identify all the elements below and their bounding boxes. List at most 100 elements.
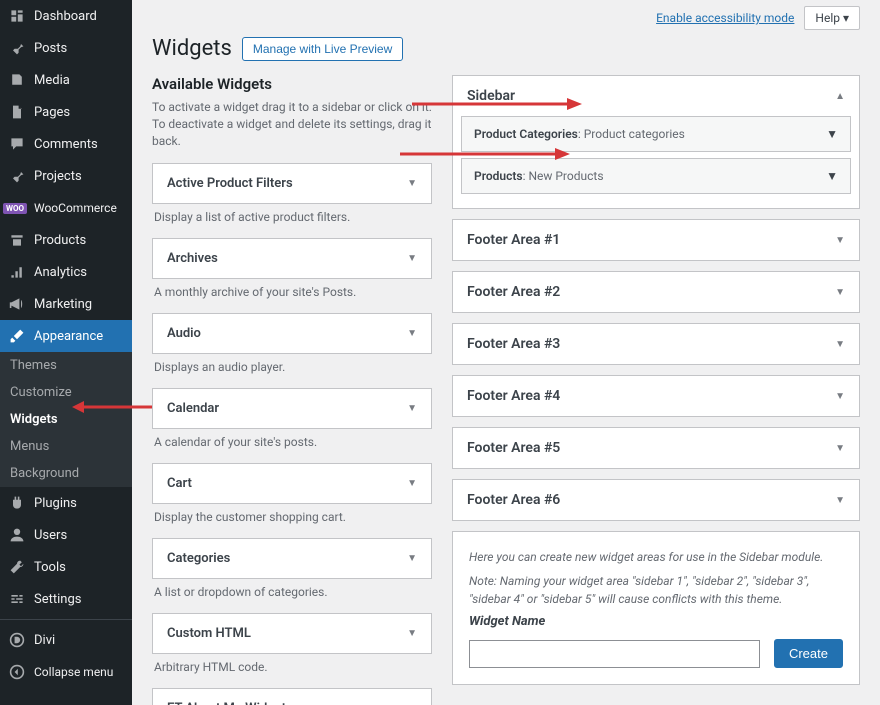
accessibility-link[interactable]: Enable accessibility mode [656, 11, 794, 25]
help-tab[interactable]: Help ▾ [804, 6, 860, 30]
menu-marketing[interactable]: Marketing [0, 288, 132, 320]
footer-area-header[interactable]: Footer Area #3▼ [453, 324, 859, 364]
create-button[interactable]: Create [774, 639, 843, 668]
widget-description: Displays an audio player. [152, 360, 432, 374]
widget-title: Product Categories [474, 127, 578, 141]
chevron-down-icon: ▼ [407, 328, 417, 339]
chevron-down-icon: ▼ [835, 235, 845, 246]
tools-icon [8, 558, 26, 576]
submenu-menus[interactable]: Menus [0, 433, 132, 460]
widget-label: ET About Me Widget [167, 701, 286, 705]
widget-label: Active Product Filters [167, 176, 293, 191]
collapse-icon [8, 663, 26, 681]
area-title: Footer Area #2 [467, 284, 560, 300]
available-widget[interactable]: ET About Me Widget▼ [152, 688, 432, 705]
submenu-themes[interactable]: Themes [0, 352, 132, 379]
megaphone-icon [8, 295, 26, 313]
menu-divi[interactable]: Divi [0, 624, 132, 656]
footer-area-header[interactable]: Footer Area #1 ▼ [453, 220, 859, 260]
widget-label: Categories [167, 551, 230, 566]
footer-area: Footer Area #6▼ [452, 479, 860, 521]
live-preview-button[interactable]: Manage with Live Preview [242, 37, 403, 61]
widget-description: Display the customer shopping cart. [152, 510, 432, 524]
widget-subtitle: : New Products [523, 169, 604, 183]
area-title: Footer Area #3 [467, 336, 560, 352]
divi-icon [8, 631, 26, 649]
footer-area-header[interactable]: Footer Area #6▼ [453, 480, 859, 520]
available-widget[interactable]: Audio▼ [152, 313, 432, 354]
sidebar-widget-item[interactable]: Products: New Products▼ [461, 158, 851, 194]
dashboard-icon [8, 7, 26, 25]
available-widget[interactable]: Cart▼ [152, 463, 432, 504]
menu-label: Settings [34, 592, 81, 607]
create-note-2: Note: Naming your widget area "sidebar 1… [469, 572, 843, 608]
brush-icon [8, 327, 26, 345]
chevron-down-icon: ▼ [407, 253, 417, 264]
chevron-down-icon: ▼ [407, 403, 417, 414]
sidebar-widget-item[interactable]: Product Categories: Product categories ▼ [461, 116, 851, 152]
menu-label: Collapse menu [34, 665, 113, 679]
widget-label: Calendar [167, 401, 219, 416]
chevron-down-icon: ▼ [835, 495, 845, 506]
menu-projects[interactable]: Projects [0, 160, 132, 192]
available-widget[interactable]: Categories▼ [152, 538, 432, 579]
widget-name-input[interactable] [469, 640, 760, 668]
available-widget[interactable]: Calendar ▼ [152, 388, 432, 429]
menu-users[interactable]: Users [0, 519, 132, 551]
submenu-customize[interactable]: Customize [0, 379, 132, 406]
submenu-widgets[interactable]: Widgets [0, 406, 132, 433]
chevron-down-icon: ▼ [826, 169, 838, 183]
menu-woocommerce[interactable]: WOO WooCommerce [0, 192, 132, 224]
sidebar-area-header[interactable]: Sidebar ▲ [453, 76, 859, 116]
footer-area-header[interactable]: Footer Area #4▼ [453, 376, 859, 416]
available-widget[interactable]: Active Product Filters ▼ [152, 163, 432, 204]
menu-label: Tools [34, 560, 66, 575]
footer-area: Footer Area #2▼ [452, 271, 860, 313]
area-title: Footer Area #5 [467, 440, 560, 456]
available-widget[interactable]: Archives▼ [152, 238, 432, 279]
chevron-down-icon: ▼ [407, 178, 417, 189]
widget-name-label: Widget Name [469, 614, 843, 629]
menu-label: Projects [34, 169, 82, 184]
chevron-down-icon: ▼ [826, 127, 838, 141]
menu-analytics[interactable]: Analytics [0, 256, 132, 288]
menu-products[interactable]: Products [0, 224, 132, 256]
menu-media[interactable]: Media [0, 64, 132, 96]
menu-collapse[interactable]: Collapse menu [0, 656, 132, 688]
plugins-icon [8, 494, 26, 512]
widget-description: A list or dropdown of categories. [152, 585, 432, 599]
available-intro: To activate a widget drag it to a sideba… [152, 99, 432, 149]
menu-comments[interactable]: Comments [0, 128, 132, 160]
projects-icon [8, 167, 26, 185]
menu-plugins[interactable]: Plugins [0, 487, 132, 519]
submenu-background[interactable]: Background [0, 460, 132, 487]
widget-description: Display a list of active product filters… [152, 210, 432, 224]
page-title: Widgets [152, 36, 232, 61]
chevron-up-icon: ▲ [835, 91, 845, 102]
menu-tools[interactable]: Tools [0, 551, 132, 583]
menu-label: Appearance [34, 329, 103, 344]
widget-description: Arbitrary HTML code. [152, 660, 432, 674]
menu-label: Dashboard [34, 9, 97, 24]
widget-description: A calendar of your site's posts. [152, 435, 432, 449]
menu-posts[interactable]: Posts [0, 32, 132, 64]
area-title: Footer Area #1 [467, 232, 560, 248]
available-title: Available Widgets [152, 75, 432, 93]
menu-label: Posts [34, 41, 67, 56]
menu-pages[interactable]: Pages [0, 96, 132, 128]
area-title: Sidebar [467, 88, 515, 104]
chevron-down-icon: ▼ [835, 443, 845, 454]
footer-area: Footer Area #1 ▼ [452, 219, 860, 261]
pages-icon [8, 103, 26, 121]
menu-dashboard[interactable]: Dashboard [0, 0, 132, 32]
menu-label: Pages [34, 105, 70, 120]
widget-subtitle: : Product categories [578, 127, 685, 141]
menu-appearance[interactable]: Appearance [0, 320, 132, 352]
available-widget[interactable]: Custom HTML▼ [152, 613, 432, 654]
footer-area-header[interactable]: Footer Area #2▼ [453, 272, 859, 312]
menu-settings[interactable]: Settings [0, 583, 132, 615]
menu-label: Divi [34, 633, 55, 648]
footer-area-header[interactable]: Footer Area #5 ▼ [453, 428, 859, 468]
available-widgets-column: Available Widgets To activate a widget d… [152, 75, 432, 705]
sidebar-area: Sidebar ▲ Product Categories: Product ca… [452, 75, 860, 209]
